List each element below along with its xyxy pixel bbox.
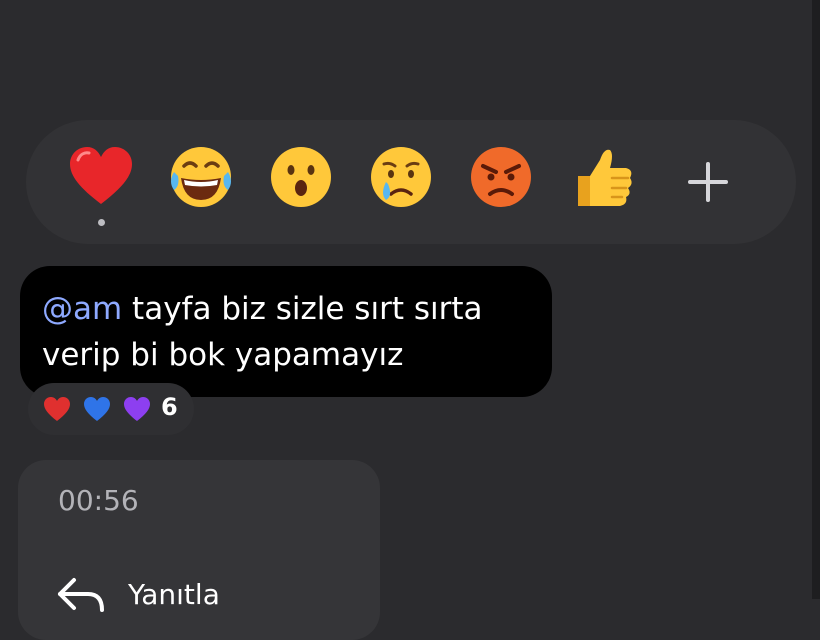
reactions-summary[interactable]: 6 (28, 383, 194, 435)
reply-label: Yanıtla (128, 578, 220, 611)
angry-reaction-button[interactable] (466, 142, 536, 212)
crying-face-icon (371, 147, 431, 207)
face-with-tears-of-joy-icon (171, 147, 231, 207)
reaction-count: 6 (161, 393, 178, 421)
surprised-face-icon (271, 147, 331, 207)
reply-arrow-icon (56, 576, 106, 616)
message-text: @am tayfa biz sizle sırt sırta verip bi … (42, 286, 542, 378)
heart-reaction-button[interactable] (66, 142, 136, 212)
angry-face-icon (471, 147, 531, 207)
reply-menu-item[interactable]: Yanıtla (18, 560, 380, 620)
mention-link[interactable]: @am (42, 291, 122, 327)
screen-edge (812, 0, 820, 599)
laugh-reaction-button[interactable] (166, 142, 236, 212)
sad-reaction-button[interactable] (366, 142, 436, 212)
message-bubble[interactable]: @am tayfa biz sizle sırt sırta verip bi … (20, 266, 552, 397)
message-time: 00:56 (58, 484, 139, 517)
purple-heart-icon (122, 395, 152, 423)
message-context-menu: 00:56 Yanıtla (18, 460, 380, 640)
thumbs-up-icon (578, 149, 632, 206)
reaction-picker (26, 120, 796, 244)
red-heart-icon (42, 395, 72, 423)
more-reactions-plus-icon[interactable] (686, 160, 730, 204)
blue-heart-icon (82, 395, 112, 423)
red-heart-icon (70, 147, 132, 204)
thumbs-up-reaction-button[interactable] (568, 142, 638, 212)
selected-reaction-indicator (98, 219, 105, 226)
wow-reaction-button[interactable] (266, 142, 336, 212)
